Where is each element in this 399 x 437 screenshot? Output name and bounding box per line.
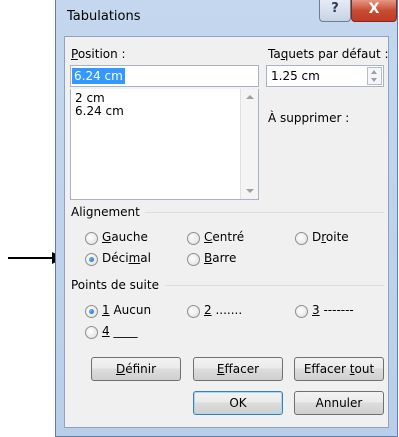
leader-divider <box>165 285 384 286</box>
list-item[interactable]: 6.24 cm <box>75 104 124 118</box>
position-label: Position : <box>71 47 126 61</box>
listbox-scrollbar[interactable] <box>240 89 258 199</box>
align-right-label[interactable]: Droite <box>312 230 349 244</box>
set-button[interactable]: Définir <box>91 357 181 381</box>
clear-button[interactable]: Effacer <box>193 357 283 381</box>
spin-up-icon[interactable] <box>371 70 377 74</box>
ok-button[interactable]: OK <box>193 391 283 415</box>
default-tabs-label: Taquets par défaut : <box>268 47 389 61</box>
dialog-title: Tabulations <box>67 9 141 24</box>
align-left-radio[interactable] <box>85 232 98 245</box>
leader-none-label[interactable]: 1 Aucun <box>102 303 151 317</box>
leader-dots-radio[interactable] <box>187 305 200 318</box>
position-listbox[interactable]: 2 cm 6.24 cm <box>70 89 259 200</box>
align-center-radio[interactable] <box>187 232 200 245</box>
scroll-down-icon[interactable] <box>246 189 254 193</box>
clear-all-button[interactable]: Effacer tout <box>294 357 384 381</box>
position-input[interactable]: 6.24 cm <box>70 65 259 87</box>
align-bar-radio[interactable] <box>187 253 200 266</box>
dialog-content: Position : 6.24 cm 2 cm 6.24 cm Taquets … <box>64 36 389 428</box>
leader-dashes-radio[interactable] <box>295 305 308 318</box>
scroll-up-icon[interactable] <box>246 95 254 99</box>
to-clear-label: À supprimer : <box>268 111 350 125</box>
leader-underline-label[interactable]: 4 ____ <box>102 324 137 338</box>
leader-none-radio[interactable] <box>85 305 98 318</box>
spin-down-icon[interactable] <box>371 78 377 82</box>
align-right-radio[interactable] <box>295 232 308 245</box>
align-center-label[interactable]: Centré <box>204 230 244 244</box>
align-left-label[interactable]: Gauche <box>102 230 148 244</box>
default-tabs-value: 1.25 cm <box>271 69 320 83</box>
tabulations-dialog: Tabulations ? X Position : 6.24 cm 2 cm … <box>55 0 398 437</box>
default-tabs-spinner[interactable] <box>367 67 382 85</box>
leader-dots-label[interactable]: 2 ....... <box>204 303 242 317</box>
position-input-value: 6.24 cm <box>72 68 125 84</box>
list-item[interactable]: 2 cm <box>75 91 105 105</box>
alignment-group-title: Alignement <box>71 205 140 219</box>
cancel-button[interactable]: Annuler <box>294 391 384 415</box>
help-button[interactable]: ? <box>319 0 351 22</box>
leader-group-title: Points de suite <box>71 278 159 292</box>
align-bar-label[interactable]: Barre <box>204 251 236 265</box>
annotation-arrow-line <box>8 257 54 259</box>
title-bar[interactable]: Tabulations ? X <box>56 0 397 36</box>
leader-dashes-label[interactable]: 3 ------- <box>312 303 354 317</box>
alignment-divider <box>145 212 384 213</box>
align-decimal-radio[interactable] <box>85 253 98 266</box>
leader-underline-radio[interactable] <box>85 326 98 339</box>
close-button[interactable]: X <box>351 0 397 22</box>
default-tabs-input[interactable]: 1.25 cm <box>266 65 384 87</box>
align-decimal-label[interactable]: Décimal <box>102 251 151 265</box>
